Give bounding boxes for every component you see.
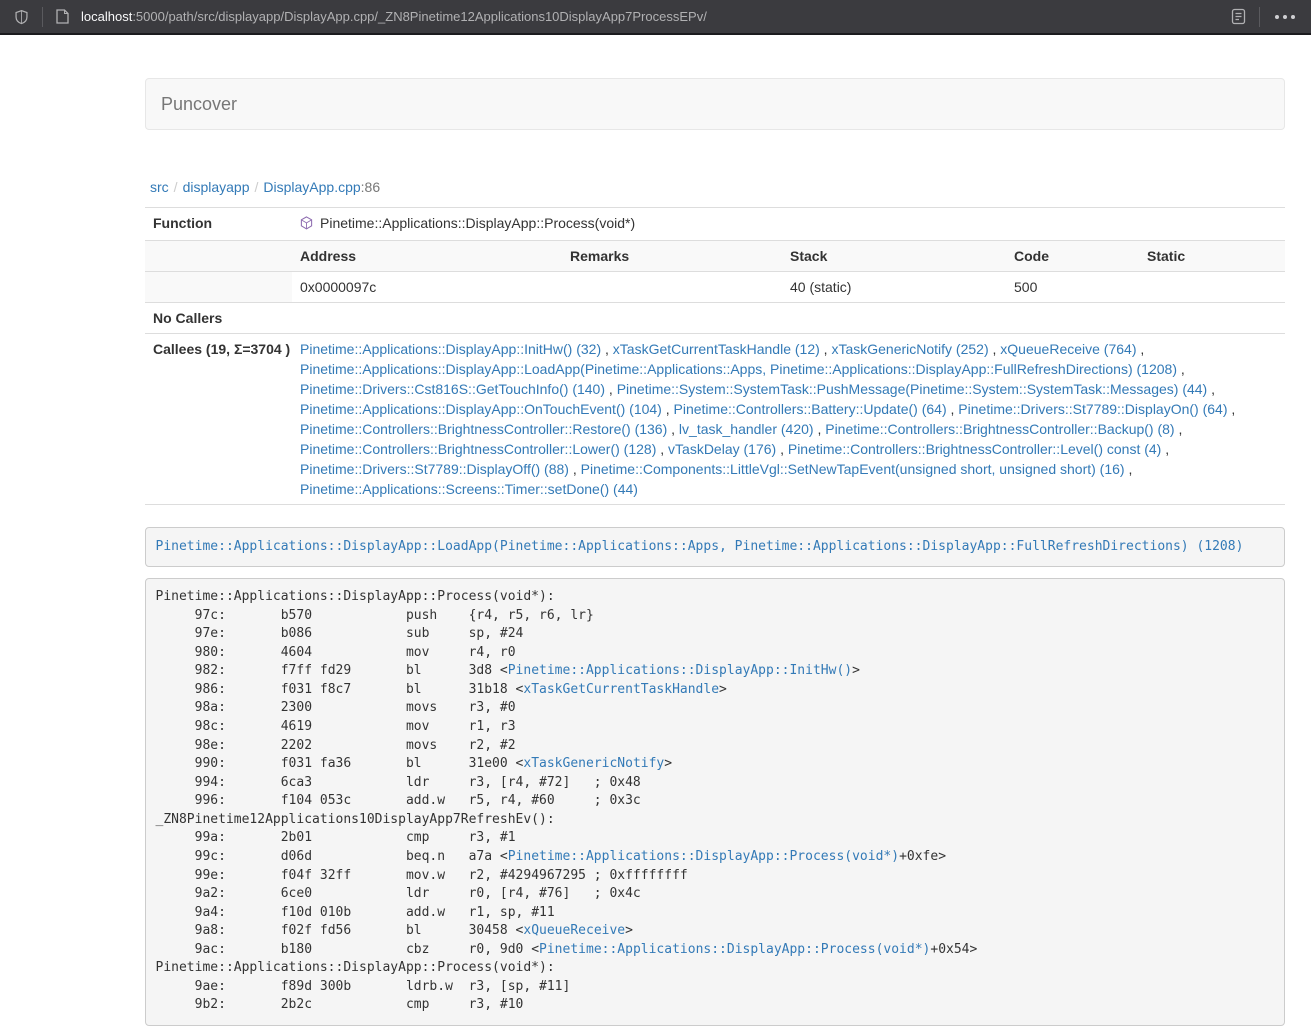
callees-label: Callees (19, Σ=3704 ) bbox=[145, 334, 292, 505]
breadcrumb-separator: / bbox=[255, 179, 259, 195]
chrome-divider bbox=[42, 7, 43, 27]
function-row: Function Pinetime::Applications::Display… bbox=[145, 208, 1285, 241]
url-host: localhost bbox=[81, 9, 132, 24]
code-value: 500 bbox=[1006, 272, 1139, 303]
callee-link[interactable]: Pinetime::Drivers::St7789::DisplayOff() … bbox=[300, 461, 569, 477]
navbar: Puncover bbox=[145, 78, 1285, 130]
callee-link[interactable]: xTaskGetCurrentTaskHandle (12) bbox=[613, 341, 820, 357]
url-bar[interactable]: localhost:5000/path/src/displayapp/Displ… bbox=[81, 9, 1227, 24]
symbol-detail-table: Address Remarks Stack Code Static 0x0000… bbox=[145, 241, 1285, 302]
callee-link[interactable]: Pinetime::Applications::DisplayApp::Init… bbox=[300, 341, 601, 357]
callee-link[interactable]: Pinetime::Controllers::Battery::Update()… bbox=[674, 401, 947, 417]
callee-link[interactable]: Pinetime::Applications::DisplayApp::Load… bbox=[300, 361, 1177, 377]
callee-link[interactable]: Pinetime::Applications::Screens::Timer::… bbox=[300, 481, 638, 497]
callee-link[interactable]: Pinetime::Components::LittleVgl::SetNewT… bbox=[581, 461, 1125, 477]
function-label: Function bbox=[145, 208, 292, 241]
disasm-symbol-link[interactable]: xQueueReceive bbox=[523, 923, 625, 938]
symbol-table: Function Pinetime::Applications::Display… bbox=[145, 207, 1285, 505]
callee-link[interactable]: xQueueReceive (764) bbox=[1000, 341, 1136, 357]
value-spacer bbox=[145, 272, 292, 303]
disasm-symbol-link[interactable]: Pinetime::Applications::DisplayApp::Proc… bbox=[539, 942, 930, 957]
col-code: Code bbox=[1006, 241, 1139, 272]
col-address: Address bbox=[292, 241, 562, 272]
col-static: Static bbox=[1139, 241, 1285, 272]
header-spacer bbox=[145, 241, 292, 272]
disasm-symbol-link[interactable]: xTaskGenericNotify bbox=[523, 756, 664, 771]
address-value: 0x0000097c bbox=[292, 272, 562, 303]
callees-row: Callees (19, Σ=3704 ) Pinetime::Applicat… bbox=[145, 334, 1285, 505]
function-name: Pinetime::Applications::DisplayApp::Proc… bbox=[320, 215, 635, 231]
function-name-cell: Pinetime::Applications::DisplayApp::Proc… bbox=[292, 208, 1285, 241]
no-callers-label: No Callers bbox=[145, 303, 292, 334]
breadcrumb-link[interactable]: DisplayApp.cpp bbox=[263, 179, 360, 195]
breadcrumb-link[interactable]: src bbox=[150, 179, 169, 195]
detail-value-row: 0x0000097c 40 (static) 500 bbox=[145, 272, 1285, 303]
callee-link[interactable]: xTaskGenericNotify (252) bbox=[831, 341, 988, 357]
callee-link[interactable]: Pinetime::Drivers::Cst816S::GetTouchInfo… bbox=[300, 381, 605, 397]
breadcrumb: src/displayapp/DisplayApp.cpp:86 bbox=[150, 177, 1285, 197]
menu-icon[interactable] bbox=[1269, 15, 1301, 19]
url-path: :5000/path/src/displayapp/DisplayApp.cpp… bbox=[132, 9, 707, 24]
callee-link[interactable]: Pinetime::System::SystemTask::PushMessag… bbox=[617, 381, 1208, 397]
disasm-symbol-link[interactable]: Pinetime::Applications::DisplayApp::Init… bbox=[508, 663, 852, 678]
callee-link[interactable]: Pinetime::Drivers::St7789::DisplayOn() (… bbox=[958, 401, 1227, 417]
detail-header-row: Address Remarks Stack Code Static bbox=[145, 241, 1285, 272]
reader-mode-icon[interactable] bbox=[1227, 4, 1250, 29]
callee-link[interactable]: Pinetime::Controllers::BrightnessControl… bbox=[300, 421, 667, 437]
callee-link[interactable]: Pinetime::Controllers::BrightnessControl… bbox=[300, 441, 656, 457]
breadcrumb-separator: / bbox=[174, 179, 178, 195]
shield-icon[interactable] bbox=[10, 5, 33, 29]
callees-cell: Pinetime::Applications::DisplayApp::Init… bbox=[292, 334, 1285, 505]
symbol-detail-row: Address Remarks Stack Code Static 0x0000… bbox=[145, 241, 1285, 303]
breadcrumb-line-number: :86 bbox=[361, 179, 380, 195]
browser-chrome: localhost:5000/path/src/displayapp/Displ… bbox=[0, 0, 1311, 35]
callee-link[interactable]: Pinetime::Applications::DisplayApp::OnTo… bbox=[300, 401, 662, 417]
brand-link[interactable]: Puncover bbox=[161, 94, 237, 114]
main-content: Puncover src/displayapp/DisplayApp.cpp:8… bbox=[145, 78, 1285, 1026]
col-stack: Stack bbox=[782, 241, 1006, 272]
disassembly-box: Pinetime::Applications::DisplayApp::Proc… bbox=[145, 578, 1285, 1026]
chrome-divider bbox=[1259, 7, 1260, 27]
col-remarks: Remarks bbox=[562, 241, 782, 272]
disasm-symbol-link[interactable]: Pinetime::Applications::DisplayApp::Proc… bbox=[508, 849, 899, 864]
loadapp-code-box: Pinetime::Applications::DisplayApp::Load… bbox=[145, 527, 1285, 567]
disasm-symbol-link[interactable]: xTaskGetCurrentTaskHandle bbox=[523, 682, 719, 697]
static-value bbox=[1139, 272, 1285, 303]
loadapp-symbol-link[interactable]: Pinetime::Applications::DisplayApp::Load… bbox=[156, 539, 1244, 554]
remarks-value bbox=[562, 272, 782, 303]
cube-icon bbox=[300, 215, 313, 235]
stack-value: 40 (static) bbox=[782, 272, 1006, 303]
callee-link[interactable]: vTaskDelay (176) bbox=[668, 441, 776, 457]
page-icon[interactable] bbox=[52, 5, 73, 28]
callee-link[interactable]: Pinetime::Controllers::BrightnessControl… bbox=[788, 441, 1161, 457]
no-callers-row: No Callers bbox=[145, 303, 1285, 334]
callee-link[interactable]: Pinetime::Controllers::BrightnessControl… bbox=[825, 421, 1174, 437]
callee-link[interactable]: lv_task_handler (420) bbox=[679, 421, 814, 437]
no-callers-cell bbox=[292, 303, 1285, 334]
breadcrumb-link[interactable]: displayapp bbox=[183, 179, 250, 195]
